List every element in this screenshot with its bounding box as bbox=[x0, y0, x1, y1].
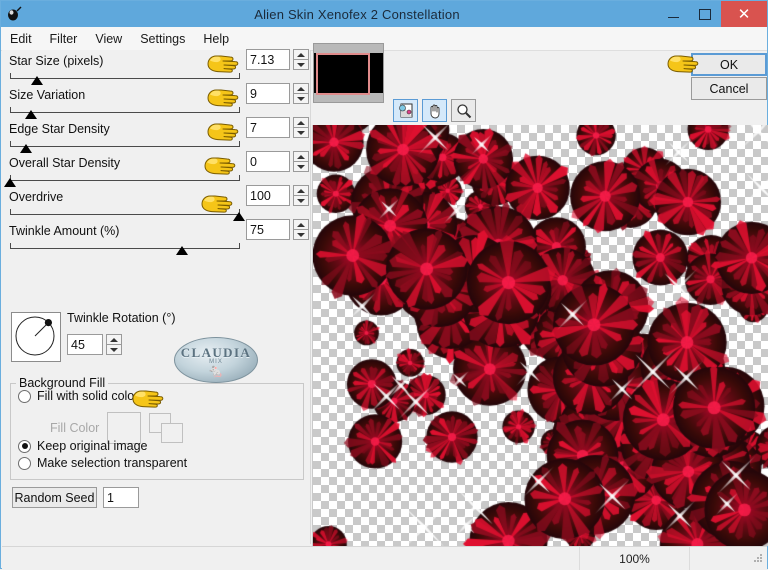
label-fill-color: Fill Color bbox=[50, 421, 100, 435]
slider-thumb-overall-star-density[interactable] bbox=[4, 178, 16, 187]
window-controls: ✕ bbox=[657, 1, 767, 27]
label-twinkle-amount: Twinkle Amount (%) bbox=[9, 224, 120, 238]
menu-item-settings[interactable]: Settings bbox=[131, 30, 194, 48]
spinner-twinkle-amount[interactable] bbox=[246, 219, 309, 240]
spinner-twinkle-rotation[interactable] bbox=[67, 334, 122, 355]
slider-size-variation[interactable] bbox=[10, 106, 240, 119]
mouse-icon bbox=[1, 1, 27, 27]
slider-overall-star-density[interactable] bbox=[4, 174, 240, 187]
status-zoom-level: 100% bbox=[580, 547, 690, 570]
minimize-button[interactable] bbox=[657, 1, 689, 27]
slider-star-size[interactable] bbox=[10, 72, 240, 85]
input-overdrive[interactable] bbox=[246, 185, 290, 206]
spin-down-star-size[interactable] bbox=[293, 59, 309, 70]
input-star-size[interactable] bbox=[246, 49, 290, 70]
label-size-variation: Size Variation bbox=[9, 88, 86, 102]
random-seed-input[interactable] bbox=[103, 487, 139, 508]
preview-image[interactable] bbox=[313, 125, 768, 546]
menu-item-edit[interactable]: Edit bbox=[1, 30, 41, 48]
spin-down-size-variation[interactable] bbox=[293, 93, 309, 104]
close-icon[interactable]: ✕ bbox=[721, 1, 767, 27]
preview-toggle-icon[interactable] bbox=[393, 99, 418, 122]
radio-keep-original-image[interactable]: Keep original image bbox=[18, 439, 148, 453]
spin-up-overdrive[interactable] bbox=[293, 185, 309, 195]
spin-down-twinkle-amount[interactable] bbox=[293, 229, 309, 240]
slider-thumb-size-variation[interactable] bbox=[24, 110, 37, 119]
control-twinkle-amount: Twinkle Amount (%) bbox=[2, 219, 310, 258]
spinner-edge-star-density[interactable] bbox=[246, 117, 309, 138]
label-overall-star-density: Overall Star Density bbox=[9, 156, 121, 170]
slider-thumb-edge-star-density[interactable] bbox=[20, 144, 33, 153]
spin-up-size-variation[interactable] bbox=[293, 83, 309, 93]
spinner-size-variation[interactable] bbox=[246, 83, 309, 104]
slider-edge-star-density[interactable] bbox=[10, 140, 240, 153]
watermark-mouse-icon: 🐁 bbox=[207, 362, 225, 378]
menu-item-filter[interactable]: Filter bbox=[41, 30, 87, 48]
preview-canvas-area[interactable] bbox=[312, 125, 768, 546]
spin-down-twinkle-rotation[interactable] bbox=[106, 344, 122, 355]
cancel-button[interactable]: Cancel bbox=[691, 77, 767, 100]
navigator-thumbnail[interactable] bbox=[313, 43, 384, 103]
random-seed-button[interactable]: Random Seed bbox=[12, 487, 97, 508]
label-overdrive: Overdrive bbox=[9, 190, 64, 204]
radio-make-selection-transparent[interactable]: Make selection transparent bbox=[18, 456, 187, 470]
navigator-selection-rect[interactable] bbox=[316, 53, 370, 95]
xenofex-window: Alien Skin Xenofex 2 Constellation ✕ Edi… bbox=[0, 0, 768, 570]
menu-item-help[interactable]: Help bbox=[194, 30, 238, 48]
background-fill-title: Background Fill bbox=[16, 376, 109, 390]
controls-panel: Star Size (pixels) Size Variation bbox=[2, 49, 310, 544]
label-star-size: Star Size (pixels) bbox=[9, 54, 104, 68]
radio-label-make-transparent: Make selection transparent bbox=[37, 456, 188, 470]
fill-color-secondary-swatches[interactable] bbox=[149, 413, 184, 443]
spin-up-twinkle-rotation[interactable] bbox=[106, 334, 122, 344]
radio-icon-make-transparent bbox=[18, 456, 31, 470]
menu-item-view[interactable]: View bbox=[86, 30, 131, 48]
preview-toolbar bbox=[393, 99, 476, 122]
slider-thumb-star-size[interactable] bbox=[31, 76, 44, 85]
window-title: Alien Skin Xenofex 2 Constellation bbox=[254, 6, 460, 22]
radio-icon-keep-original bbox=[18, 439, 31, 453]
pan-hand-icon[interactable] bbox=[422, 99, 447, 122]
status-left-text bbox=[2, 547, 580, 570]
spin-down-overdrive[interactable] bbox=[293, 195, 309, 206]
panel-divider bbox=[310, 50, 311, 544]
spinner-overall-star-density[interactable] bbox=[246, 151, 309, 172]
radio-fill-with-solid-color[interactable]: Fill with solid color bbox=[18, 389, 138, 403]
slider-thumb-overdrive[interactable] bbox=[233, 212, 245, 221]
input-twinkle-amount[interactable] bbox=[246, 219, 290, 240]
maximize-button[interactable] bbox=[689, 1, 721, 27]
radio-label-fill-solid: Fill with solid color bbox=[37, 389, 139, 403]
claudia-watermark: CLAUDIA MIX 🐁 bbox=[174, 337, 258, 383]
spin-up-twinkle-amount[interactable] bbox=[293, 219, 309, 229]
spin-up-star-size[interactable] bbox=[293, 49, 309, 59]
spin-up-edge-star-density[interactable] bbox=[293, 117, 309, 127]
resize-grip-icon[interactable] bbox=[690, 551, 767, 566]
label-twinkle-rotation: Twinkle Rotation (°) bbox=[67, 311, 176, 325]
radio-label-keep-original: Keep original image bbox=[37, 439, 148, 453]
spin-down-overall-star-density[interactable] bbox=[293, 161, 309, 172]
input-edge-star-density[interactable] bbox=[246, 117, 290, 138]
input-twinkle-rotation[interactable] bbox=[67, 334, 103, 355]
menu-bar: Edit Filter View Settings Help bbox=[1, 27, 767, 51]
input-size-variation[interactable] bbox=[246, 83, 290, 104]
slider-overdrive[interactable] bbox=[10, 208, 245, 221]
ok-button[interactable]: OK bbox=[691, 53, 767, 76]
label-edge-star-density: Edge Star Density bbox=[9, 122, 110, 136]
input-overall-star-density[interactable] bbox=[246, 151, 290, 172]
spin-down-edge-star-density[interactable] bbox=[293, 127, 309, 138]
zoom-magnifier-icon[interactable] bbox=[451, 99, 476, 122]
spin-up-overall-star-density[interactable] bbox=[293, 151, 309, 161]
spinner-overdrive[interactable] bbox=[246, 185, 309, 206]
twinkle-rotation-dial[interactable] bbox=[11, 312, 61, 362]
slider-thumb-twinkle-amount[interactable] bbox=[175, 246, 188, 255]
slider-twinkle-amount[interactable] bbox=[10, 242, 240, 255]
spinner-star-size[interactable] bbox=[246, 49, 309, 70]
radio-icon-fill-solid bbox=[18, 389, 31, 403]
title-bar: Alien Skin Xenofex 2 Constellation ✕ bbox=[1, 1, 767, 27]
status-bar: 100% bbox=[2, 546, 767, 570]
